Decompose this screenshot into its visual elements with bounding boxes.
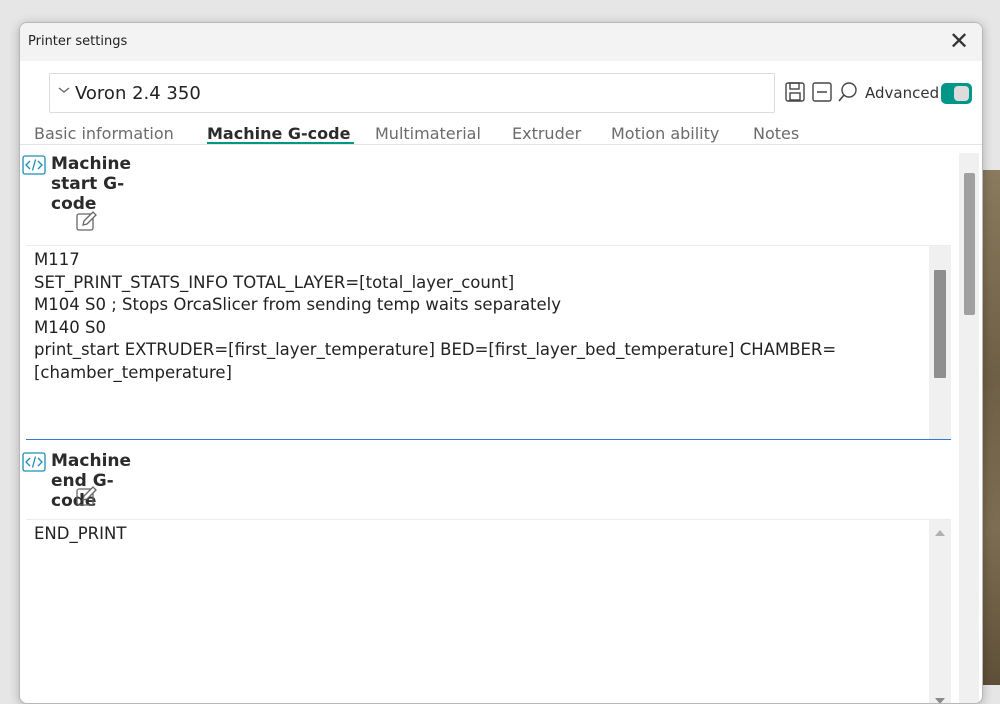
preset-name: Voron 2.4 350	[75, 83, 201, 104]
tab-machine-gcode[interactable]: Machine G-code	[207, 124, 350, 143]
tab-motion-ability[interactable]: Motion ability	[611, 124, 719, 143]
save-icon[interactable]	[784, 81, 806, 103]
preset-dropdown[interactable]: Voron 2.4 350	[49, 73, 775, 113]
close-button[interactable]: ✕	[944, 27, 974, 57]
background-desktop	[980, 170, 1000, 685]
printer-settings-dialog: Printer settings ✕ Voron 2.4 350 Advance…	[19, 22, 983, 704]
end-gcode-text: END_PRINT	[34, 524, 127, 543]
page-scrollbar[interactable]	[959, 153, 979, 703]
close-icon: ✕	[948, 27, 970, 55]
advanced-toggle[interactable]	[941, 83, 972, 104]
advanced-label: Advanced	[865, 84, 940, 102]
code-icon	[22, 155, 46, 175]
start-gcode-editor[interactable]: M117 SET_PRINT_STATS_INFO TOTAL_LAYER=[t…	[26, 245, 951, 439]
toggle-knob	[954, 86, 969, 101]
end-gcode-editor[interactable]: END_PRINT	[26, 519, 951, 703]
section-title: Machine start G-code	[51, 154, 132, 214]
settings-content: Machine start G-code M117 SET_PRINT_STAT…	[20, 145, 958, 703]
chevron-down-icon	[58, 87, 70, 93]
edit-icon[interactable]	[75, 486, 97, 508]
title-bar: Printer settings ✕	[20, 23, 982, 61]
search-icon[interactable]	[837, 81, 859, 103]
code-icon	[22, 452, 46, 472]
tab-notes[interactable]: Notes	[753, 124, 799, 143]
tab-basic-information[interactable]: Basic information	[34, 124, 174, 143]
tab-multimaterial[interactable]: Multimaterial	[375, 124, 481, 143]
start-gcode-scrollbar[interactable]	[929, 246, 951, 439]
start-gcode-text: M117 SET_PRINT_STATS_INFO TOTAL_LAYER=[t…	[34, 250, 837, 382]
scroll-up-arrow-icon[interactable]	[935, 530, 945, 536]
page-scrollbar-thumb[interactable]	[964, 173, 975, 315]
tab-extruder[interactable]: Extruder	[512, 124, 581, 143]
end-gcode-scrollbar[interactable]	[929, 520, 951, 703]
scroll-down-arrow-icon[interactable]	[935, 698, 945, 703]
editor-focus-line	[26, 439, 951, 440]
collapse-icon[interactable]	[811, 81, 833, 103]
window-title: Printer settings	[28, 34, 128, 49]
edit-icon[interactable]	[75, 211, 97, 233]
scrollbar-thumb[interactable]	[934, 270, 946, 378]
